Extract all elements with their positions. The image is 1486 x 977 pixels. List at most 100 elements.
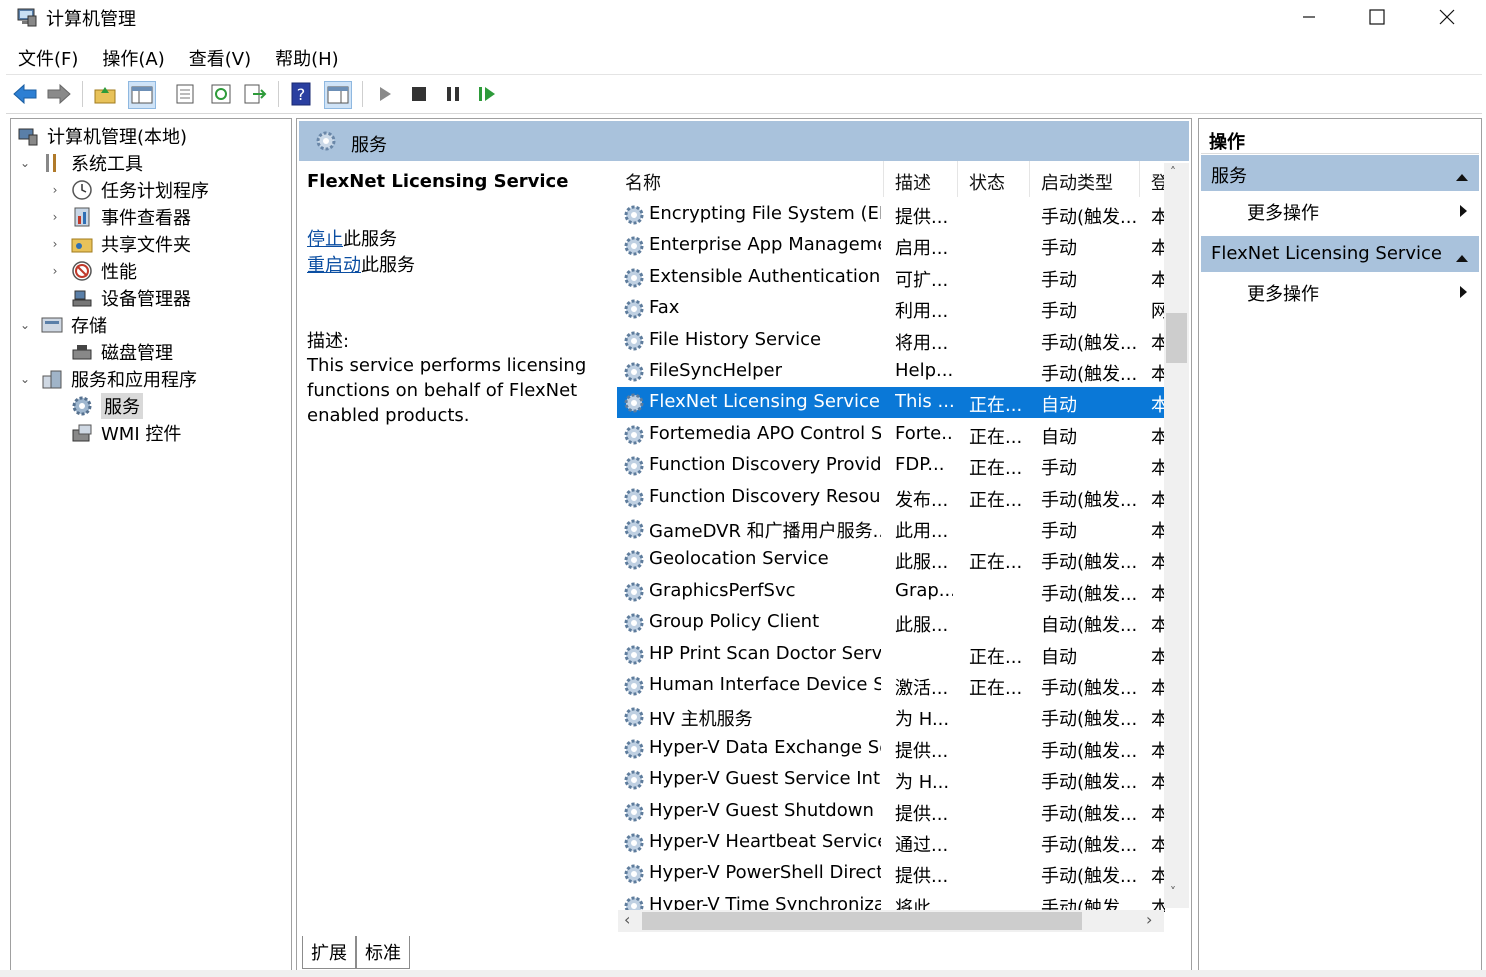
chevron-down-icon[interactable]: ⌄ [17,156,33,170]
cell-startup-type: 自动(触发... [1041,615,1137,637]
column-startup-type[interactable]: 启动类型 [1041,169,1113,195]
column-status[interactable]: 状态 [969,169,1005,195]
chevron-right-icon[interactable]: › [47,237,63,251]
tab-extended[interactable]: 扩展 [302,936,356,969]
gear-icon [624,676,644,696]
table-row[interactable]: Hyper-V Guest Shutdown ... 提供... 手动(触发... 本 [617,796,1165,827]
stop-service-link[interactable]: 停止 [307,229,343,250]
tree-item-root[interactable]: 计算机管理(本地) [17,122,187,149]
table-row[interactable]: FileSyncHelper Help... 手动(触发... 本 [617,356,1165,387]
scroll-up-icon[interactable]: ˄ [1170,165,1176,179]
tree-item-device-manager[interactable]: 设备管理器 [71,284,191,311]
tab-standard[interactable]: 标准 [356,936,410,969]
cell-description: 为 H... [895,772,950,794]
table-row[interactable]: Function Discovery Resour... 发布... 正在... 手动… [617,482,1165,513]
maximize-button[interactable] [1342,0,1412,34]
horizontal-scroll-thumb[interactable] [642,912,1082,930]
refresh-icon[interactable] [208,81,234,107]
table-row[interactable]: GraphicsPerfSvc Grap... 手动(触发... 本 [617,576,1165,607]
actions-section-services[interactable]: 服务 [1201,155,1479,191]
action-more-actions-1[interactable]: 更多操作 [1201,193,1479,227]
tree-item-wmi[interactable]: WMI 控件 [71,419,181,446]
table-row[interactable]: Geolocation Service 此服... 正在... 手动(触发... 本 [617,544,1165,575]
properties-icon[interactable] [172,81,198,107]
scroll-left-icon[interactable]: ‹ [624,910,630,929]
table-row[interactable]: Extensible Authentication ... 可扩... 手动 本 [617,262,1165,293]
chevron-down-icon[interactable]: ⌄ [17,372,33,386]
action-more-actions-2[interactable]: 更多操作 [1201,274,1479,308]
chevron-right-icon[interactable]: › [47,183,63,197]
chevron-right-icon[interactable]: › [47,264,63,278]
tree-item-storage[interactable]: ⌄ 存储 [17,311,107,338]
cell-status: 正在... [969,426,1023,448]
cell-description: 提供... [895,866,949,888]
chevron-right-icon[interactable]: › [47,210,63,224]
tree-item-services[interactable]: 服务 [71,392,143,419]
cell-name: Group Policy Client [649,611,820,633]
tree-item-services-apps[interactable]: ⌄ 服务和应用程序 [17,365,197,392]
scroll-right-icon[interactable]: › [1146,910,1152,929]
menu-file[interactable]: 文件(F) [6,40,90,74]
minimize-button[interactable] [1274,0,1344,34]
vertical-scrollbar[interactable]: ˄ ˅ [1164,163,1189,908]
cell-startup-type: 手动(触发... [1041,835,1137,856]
cell-startup-type: 手动(触发... [1041,332,1137,354]
vertical-scroll-thumb[interactable] [1166,313,1187,363]
device-manager-icon [71,287,93,309]
column-description[interactable]: 描述 [895,169,931,195]
cell-startup-type: 自动 [1041,426,1077,448]
table-row[interactable]: Hyper-V PowerShell Direct... 提供... 手动(触发..… [617,858,1165,889]
tree-item-task-scheduler[interactable]: › 任务计划程序 [47,176,209,203]
cell-description: Grap... [895,579,953,601]
table-row[interactable]: Function Discovery Provide... FDP... 正在...… [617,450,1165,481]
table-row[interactable]: Human Interface Device S... 激活... 正在... 手动(… [617,670,1165,701]
column-name[interactable]: 名称 [625,169,661,195]
table-row[interactable]: HP Print Scan Doctor Service 正在... 自动 本 [617,639,1165,670]
table-row[interactable]: Hyper-V Data Exchange Se... 提供... 手动(触发...… [617,733,1165,764]
gear-icon [624,770,644,790]
forward-arrow-icon[interactable] [46,81,72,107]
up-folder-icon[interactable] [92,81,118,107]
table-row[interactable]: FlexNet Licensing Service This ... 正在... 自动… [617,387,1165,419]
services-table: ˄ 名称 描述 状态 启动类型 登 Encrypting File System… [617,161,1189,931]
tree-item-disk-management[interactable]: 磁盘管理 [71,338,173,365]
tree-item-event-viewer[interactable]: › 事件查看器 [47,203,191,230]
show-tree-icon[interactable] [128,81,156,109]
pause-icon[interactable] [440,81,466,107]
cell-startup-type: 手动 [1041,238,1077,260]
tree-item-shared-folders[interactable]: › 共享文件夹 [47,230,191,257]
collapse-icon[interactable] [1455,166,1469,187]
help-icon[interactable]: ? [288,81,314,107]
menu-help[interactable]: 帮助(H) [263,40,351,74]
chevron-down-icon[interactable]: ⌄ [17,318,33,332]
gear-icon [624,456,644,476]
tree-item-performance[interactable]: › 性能 [47,257,137,284]
table-row[interactable]: HV 主机服务 为 H... 手动(触发... 本 [617,701,1165,732]
back-arrow-icon[interactable] [12,81,38,107]
table-row[interactable]: Group Policy Client 此服... 自动(触发... 本 [617,607,1165,638]
scroll-down-icon[interactable]: ˅ [1170,885,1176,899]
tree-item-system-tools[interactable]: ⌄ 系统工具 [17,149,143,176]
table-row[interactable]: File History Service 将用... 手动(触发... 本 [617,325,1165,356]
table-row[interactable]: Enterprise App Manageme... 启用... 手动 本 [617,230,1165,261]
actions-section-flexnet[interactable]: FlexNet Licensing Service [1201,236,1479,272]
menu-action[interactable]: 操作(A) [90,40,176,74]
collapse-icon[interactable] [1455,247,1469,268]
table-row[interactable]: Hyper-V Heartbeat Service 通过... 手动(触发... 本 [617,827,1165,858]
table-row[interactable]: GameDVR 和广播用户服务... 此用... 手动 本 [617,513,1165,544]
show-action-pane-icon[interactable] [324,81,352,109]
table-row[interactable]: Fortemedia APO Control S... Forte... 正在...… [617,419,1165,450]
export-icon[interactable] [242,81,268,107]
menu-view[interactable]: 查看(V) [177,40,263,74]
table-row[interactable]: Hyper-V Guest Service Int... 为 H... 手动(触发.… [617,764,1165,795]
restart-service-link[interactable]: 重启动 [307,255,361,276]
close-button[interactable] [1412,0,1482,34]
table-row[interactable]: Fax 利用... 手动 网 [617,293,1165,324]
cell-status: 正在... [969,678,1023,699]
gear-icon [624,739,644,759]
play-icon[interactable] [372,81,398,107]
stop-icon[interactable] [406,81,432,107]
resume-icon[interactable] [474,81,500,107]
table-row[interactable]: Encrypting File System (EFS) 提供... 手动(触发..… [617,199,1165,230]
cell-description: 利用... [895,301,949,323]
